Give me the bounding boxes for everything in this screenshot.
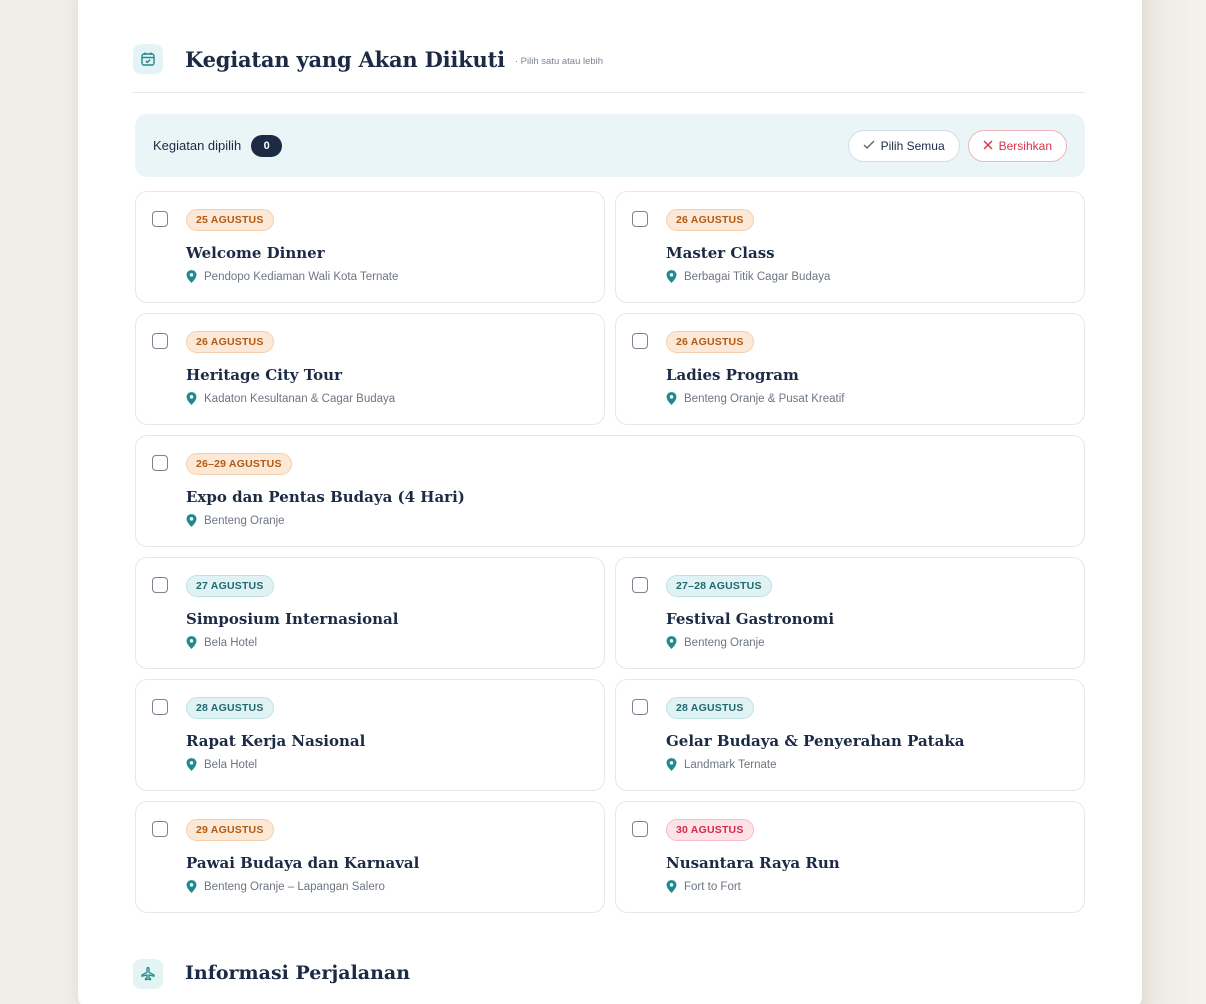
event-location: Kadaton Kesultanan & Cagar Budaya — [186, 392, 395, 405]
event-card[interactable]: 26 AGUSTUS Ladies Program Benteng Oranje… — [615, 313, 1085, 425]
activities-section-header: Kegiatan yang Akan Diikuti · Pilih satu … — [133, 43, 1085, 93]
event-date-badge: 28 AGUSTUS — [666, 697, 754, 719]
event-date-badge: 27–28 AGUSTUS — [666, 575, 772, 597]
event-title: Ladies Program — [666, 366, 799, 384]
event-location: Berbagai Titik Cagar Budaya — [666, 270, 830, 283]
event-date-badge: 25 AGUSTUS — [186, 209, 274, 231]
event-date-badge: 26–29 AGUSTUS — [186, 453, 292, 475]
section-hint: · Pilih satu atau lebih — [514, 56, 604, 67]
event-location: Bela Hotel — [186, 758, 257, 771]
page-backdrop — [1140, 0, 1206, 1004]
close-icon — [983, 139, 993, 153]
section-title: Kegiatan yang Akan Diikuti — [185, 47, 505, 72]
event-date-badge: 28 AGUSTUS — [186, 697, 274, 719]
map-pin-icon — [666, 636, 677, 649]
event-location-text: Benteng Oranje & Pusat Kreatif — [684, 392, 845, 405]
map-pin-icon — [666, 758, 677, 771]
event-checkbox[interactable] — [632, 577, 648, 593]
event-title: Nusantara Raya Run — [666, 854, 840, 872]
map-pin-icon — [186, 880, 197, 893]
airplane-icon — [133, 958, 163, 989]
event-title: Master Class — [666, 244, 775, 262]
map-pin-icon — [666, 392, 677, 405]
selection-bar: Kegiatan dipilih 0 Pilih Semua Bersihkan — [135, 114, 1085, 177]
event-card[interactable]: 27 AGUSTUS Simposium Internasional Bela … — [135, 557, 605, 669]
event-location: Benteng Oranje – Lapangan Salero — [186, 880, 385, 893]
event-card[interactable]: 28 AGUSTUS Gelar Budaya & Penyerahan Pat… — [615, 679, 1085, 791]
event-checkbox[interactable] — [632, 333, 648, 349]
event-date-badge: 27 AGUSTUS — [186, 575, 274, 597]
event-title: Heritage City Tour — [186, 366, 342, 384]
event-title: Festival Gastronomi — [666, 610, 835, 628]
event-date-badge: 30 AGUSTUS — [666, 819, 754, 841]
travel-section-title: Informasi Perjalanan — [185, 962, 411, 984]
event-card[interactable]: 29 AGUSTUS Pawai Budaya dan Karnaval Ben… — [135, 801, 605, 913]
event-checkbox[interactable] — [152, 577, 168, 593]
event-card[interactable]: 26 AGUSTUS Heritage City Tour Kadaton Ke… — [135, 313, 605, 425]
select-all-button[interactable]: Pilih Semua — [847, 129, 960, 162]
event-location-text: Berbagai Titik Cagar Budaya — [684, 270, 831, 283]
event-location-text: Fort to Fort — [684, 880, 741, 893]
event-location: Benteng Oranje — [186, 514, 285, 527]
map-pin-icon — [186, 514, 197, 527]
event-checkbox[interactable] — [152, 699, 168, 715]
event-location-text: Benteng Oranje — [204, 514, 285, 527]
event-location-text: Kadaton Kesultanan & Cagar Budaya — [204, 392, 396, 405]
selected-count-label: Kegiatan dipilih — [153, 138, 242, 153]
event-location-text: Bela Hotel — [204, 758, 258, 771]
map-pin-icon — [186, 392, 197, 405]
map-pin-icon — [186, 758, 197, 771]
clear-label: Bersihkan — [998, 138, 1052, 153]
event-location: Bela Hotel — [186, 636, 257, 649]
calendar-check-icon — [133, 44, 163, 74]
event-card[interactable]: 28 AGUSTUS Rapat Kerja Nasional Bela Hot… — [135, 679, 605, 791]
event-card[interactable]: 26 AGUSTUS Master Class Berbagai Titik C… — [615, 191, 1085, 303]
event-title: Simposium Internasional — [186, 610, 399, 628]
event-location: Benteng Oranje & Pusat Kreatif — [666, 392, 844, 405]
event-title: Rapat Kerja Nasional — [186, 732, 366, 750]
event-card[interactable]: 30 AGUSTUS Nusantara Raya Run Fort to Fo… — [615, 801, 1085, 913]
event-location-text: Benteng Oranje — [684, 636, 765, 649]
event-location-text: Benteng Oranje – Lapangan Salero — [204, 880, 385, 893]
selected-count-badge: 0 — [251, 134, 283, 157]
select-all-label: Pilih Semua — [880, 138, 945, 153]
event-title: Welcome Dinner — [186, 244, 325, 262]
event-title: Pawai Budaya dan Karnaval — [186, 854, 420, 872]
event-checkbox[interactable] — [152, 455, 168, 471]
event-location-text: Landmark Ternate — [684, 758, 777, 771]
map-pin-icon — [186, 270, 197, 283]
clear-button[interactable]: Bersihkan — [967, 129, 1067, 162]
map-pin-icon — [666, 880, 677, 893]
map-pin-icon — [666, 270, 677, 283]
event-checkbox[interactable] — [152, 821, 168, 837]
event-location: Benteng Oranje — [666, 636, 765, 649]
event-title: Expo dan Pentas Budaya (4 Hari) — [186, 488, 465, 506]
event-card[interactable]: 27–28 AGUSTUS Festival Gastronomi Benten… — [615, 557, 1085, 669]
travel-section-header: Informasi Perjalanan — [133, 956, 633, 990]
event-checkbox[interactable] — [152, 211, 168, 227]
event-card[interactable]: 25 AGUSTUS Welcome Dinner Pendopo Kediam… — [135, 191, 605, 303]
map-pin-icon — [186, 636, 197, 649]
event-location-text: Pendopo Kediaman Wali Kota Ternate — [204, 270, 399, 283]
event-title: Gelar Budaya & Penyerahan Pataka — [666, 732, 965, 750]
event-card[interactable]: 26–29 AGUSTUS Expo dan Pentas Budaya (4 … — [135, 435, 1085, 547]
event-location: Pendopo Kediaman Wali Kota Ternate — [186, 270, 398, 283]
event-location: Landmark Ternate — [666, 758, 776, 771]
check-icon — [863, 139, 875, 153]
event-date-badge: 29 AGUSTUS — [186, 819, 274, 841]
event-checkbox[interactable] — [632, 699, 648, 715]
event-location: Fort to Fort — [666, 880, 741, 893]
event-date-badge: 26 AGUSTUS — [666, 209, 754, 231]
event-checkbox[interactable] — [152, 333, 168, 349]
event-checkbox[interactable] — [632, 821, 648, 837]
event-date-badge: 26 AGUSTUS — [186, 331, 274, 353]
event-checkbox[interactable] — [632, 211, 648, 227]
event-location-text: Bela Hotel — [204, 636, 258, 649]
event-date-badge: 26 AGUSTUS — [666, 331, 754, 353]
